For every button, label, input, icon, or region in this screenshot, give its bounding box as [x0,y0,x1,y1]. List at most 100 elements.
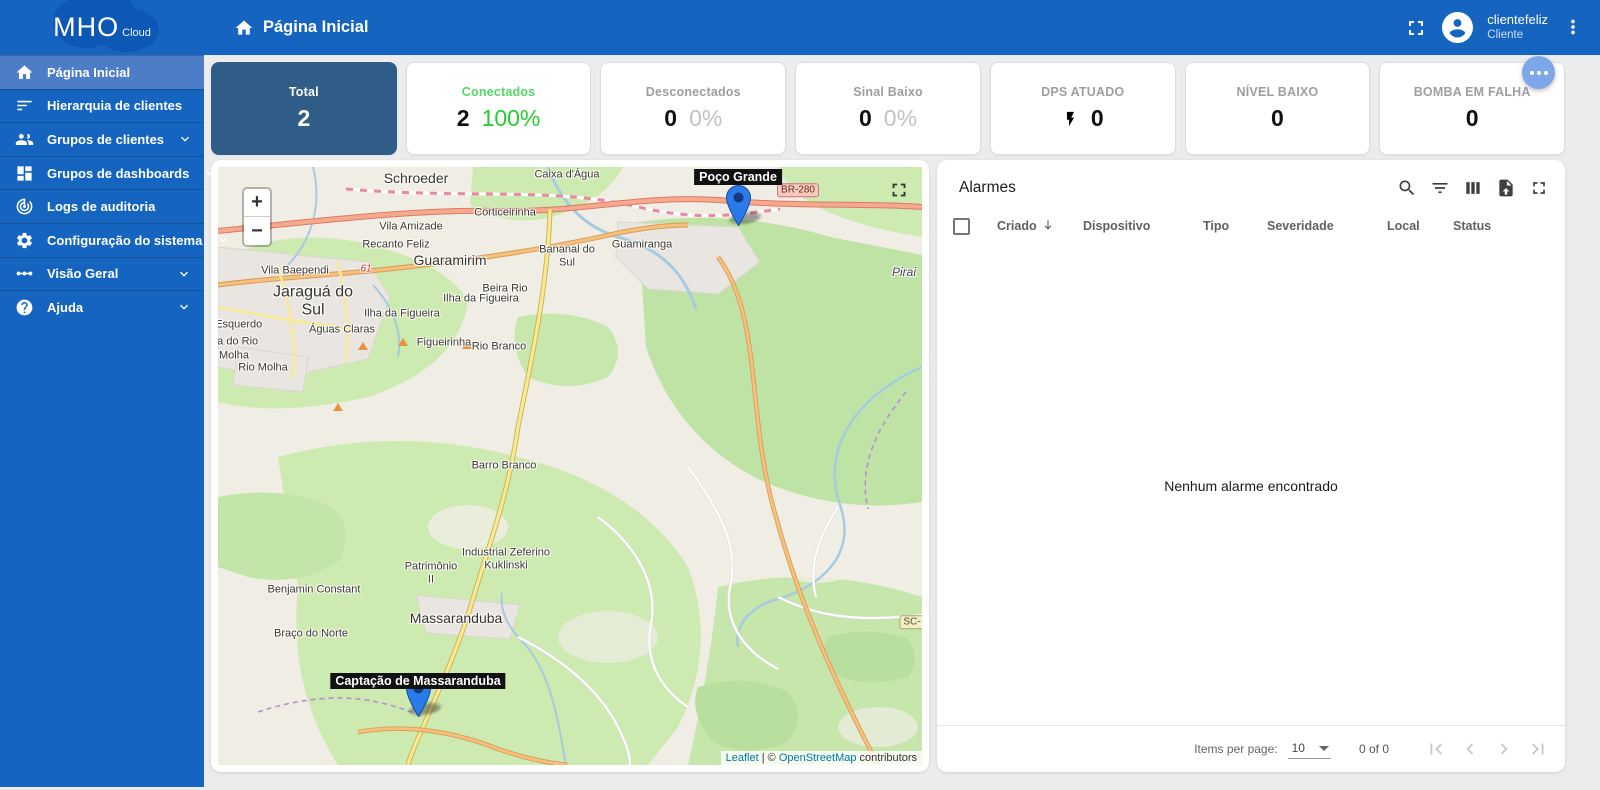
sidebar-item-hierarquia[interactable]: Hierarquia de clientes [0,88,204,123]
stat-card-sinal-baixo[interactable]: Sinal Baixo 0 0% [795,62,981,155]
fullscreen-icon [1409,20,1424,35]
lightning-icon [1062,108,1079,130]
column-tipo[interactable]: Tipo [1203,219,1267,233]
sidebar-item-grupos-dashboards[interactable]: Grupos de dashboards [0,155,215,190]
gear-icon [15,231,34,250]
export-file-icon[interactable] [1496,178,1516,198]
stat-label: Conectados [461,85,536,99]
floating-more-button[interactable] [1522,56,1555,89]
marker-label: Poço Grande [694,169,782,185]
stat-percent: 100% [481,105,541,131]
stat-value: 2 [456,105,470,131]
fullscreen-icon [892,183,906,197]
zoom-out-button[interactable]: − [244,217,270,245]
page-range: 0 of 0 [1358,742,1389,756]
sidebar-item-ajuda[interactable]: Ajuda [0,290,204,324]
user-role: Cliente [1487,29,1524,42]
sidebar-item-logs-auditoria[interactable]: Logs de auditoria [0,189,204,223]
stat-card-desconectados[interactable]: Desconectados 0 0% [600,62,787,155]
stat-card-total[interactable]: Total 2 [211,62,397,155]
map-attribution: Leaflet | © OpenStreetMap contributors [720,751,922,765]
stat-label: Sinal Baixo [853,85,923,99]
next-page-button[interactable] [1491,736,1517,762]
sidebar: MHO Cloud Página Inicial Hierarquia de c… [0,0,228,787]
sidebar-nav: Página Inicial Hierarquia de clientes Gr… [0,55,228,324]
stat-value: 0 [664,105,678,131]
marker-pin-icon[interactable] [726,185,751,226]
column-severidade[interactable]: Severidade [1267,219,1387,233]
sidebar-item-pagina-inicial[interactable]: Página Inicial [0,55,204,89]
sidebar-item-label: Grupos de clientes [47,131,165,147]
column-local[interactable]: Local [1387,219,1453,233]
column-criado[interactable]: Criado [997,218,1083,235]
column-status[interactable]: Status [1453,219,1565,233]
people-icon [15,130,34,149]
app-root: MHO Cloud Página Inicial Hierarquia de c… [0,0,1600,790]
stat-value: 0 [858,105,872,131]
brand-suffix: Cloud [122,26,151,39]
stat-value: 0 [1090,105,1104,131]
page-title: Página Inicial [234,18,368,38]
stat-card-dps-atuado[interactable]: DPS ATUADO 0 [989,62,1176,155]
brand-logo: MHO Cloud [0,0,204,55]
map[interactable]: Schroeder Caixa d'Água Corticeirinha BR-280… [218,167,922,765]
filter-icon[interactable] [1430,178,1450,198]
user-info[interactable]: clientefeliz Cliente [1487,12,1548,43]
sidebar-item-configuracao[interactable]: Configuração do sistema [0,222,228,257]
stat-card-conectados[interactable]: Conectados 2 100% [405,62,592,155]
alarms-table-header: Criado Dispositivo Tipo Severidade Local… [937,206,1565,246]
zoom-in-button[interactable]: + [244,189,270,217]
sidebar-item-label: Ajuda [47,299,84,315]
brand-name: MHO [53,12,120,42]
chevron-down-icon [176,266,192,282]
stat-value: 0 [1465,105,1479,131]
sort-desc-icon [1041,218,1055,235]
alarms-title: Alarmes [959,179,1016,196]
fullscreen-icon[interactable] [1529,178,1549,198]
map-card: Schroeder Caixa d'Água Corticeirinha BR-280… [211,160,929,772]
sidebar-item-visao-geral[interactable]: Visão Geral [0,256,204,291]
map-fullscreen-button[interactable] [888,179,910,201]
column-dispositivo[interactable]: Dispositivo [1083,219,1203,233]
alarms-panel: Alarmes Criado Dispositivo Tipo Severida… [937,160,1565,772]
chevron-down-icon [215,232,231,248]
track-changes-icon [15,197,34,216]
stat-label: BOMBA EM FALHA [1413,85,1531,99]
user-name: clientefeliz [1487,12,1548,28]
stat-label: Desconectados [645,85,741,99]
items-per-page-select[interactable]: 10 [1287,739,1331,759]
stats-row: Total 2 Conectados 2 100% Desconectados … [211,62,1566,155]
chevron-down-icon [176,299,192,315]
sidebar-item-label: Configuração do sistema [47,232,203,248]
map-zoom-control: + − [242,187,272,247]
alarms-pagination: Items per page: 10 0 of 0 [937,725,1565,772]
select-all-checkbox[interactable] [953,217,970,235]
stat-card-nivel-baixo[interactable]: NÍVEL BAIXO 0 [1184,62,1371,155]
stat-label: NÍVEL BAIXO [1236,85,1319,99]
help-icon [15,298,34,317]
sidebar-item-label: Grupos de dashboards [47,165,190,181]
last-page-button[interactable] [1525,736,1551,762]
osm-link[interactable]: OpenStreetMap [779,752,857,764]
sidebar-item-label: Página Inicial [47,64,131,80]
sidebar-item-label: Visão Geral [47,266,119,282]
prev-page-button[interactable] [1457,736,1483,762]
more-vert-icon [1571,19,1575,34]
first-page-button[interactable] [1423,736,1449,762]
search-icon[interactable] [1397,178,1417,198]
empty-message: Nenhum alarme encontrado [1164,477,1338,494]
fullscreen-button[interactable] [1404,16,1428,40]
stat-label: Total [288,85,319,99]
map-tiles [218,167,922,765]
sidebar-item-label: Hierarquia de clientes [47,98,183,114]
stat-label: DPS ATUADO [1041,85,1125,99]
top-header: Página Inicial clientefeliz Cliente [204,0,1600,55]
sort-icon [15,96,34,115]
header-menu-button[interactable] [1562,16,1586,40]
user-avatar[interactable] [1442,12,1474,43]
stat-value: 2 [297,105,311,131]
leaflet-link[interactable]: Leaflet [726,752,759,764]
columns-icon[interactable] [1463,178,1483,198]
linear-scale-icon [15,264,34,283]
sidebar-item-grupos-clientes[interactable]: Grupos de clientes [0,122,204,156]
